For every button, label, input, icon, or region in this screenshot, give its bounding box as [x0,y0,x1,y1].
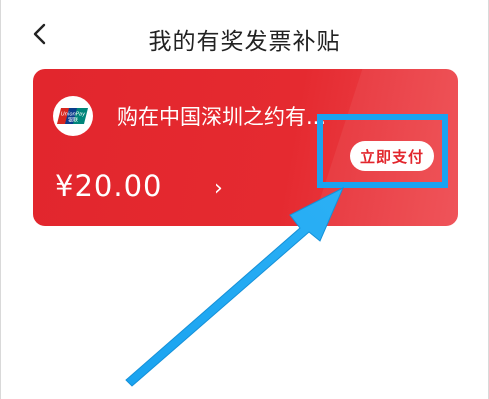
pointer-arrow-icon [125,186,345,387]
